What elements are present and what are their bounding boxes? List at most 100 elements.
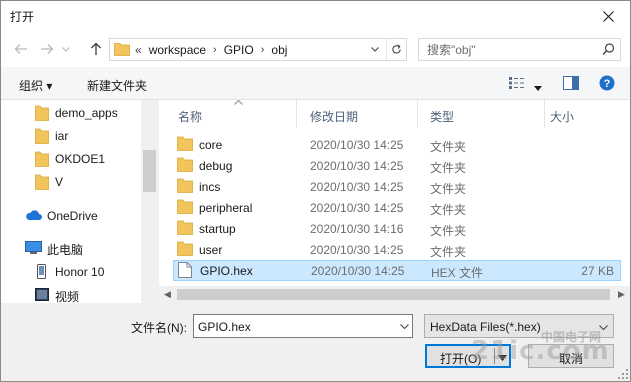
phone-icon [37,264,53,280]
folder-icon [114,42,130,59]
sidebar-item-label: demo_apps [55,106,118,120]
folder-icon [177,199,193,217]
file-row-gpio-hex[interactable]: GPIO.hex 2020/10/30 14:25 HEX 文件 27 KB [173,260,621,281]
chevron-right-icon[interactable]: › [261,44,265,56]
file-type: 文件夹 [430,140,467,154]
sidebar-item-this-pc[interactable]: 此电脑 [1,237,141,259]
computer-icon [25,241,42,257]
navigation-bar: « workspace › GPIO › obj [1,31,630,67]
view-options-button[interactable] [509,77,525,92]
forward-button[interactable] [37,39,57,59]
file-row-user[interactable]: user 2020/10/30 14:25 文件夹 [173,239,621,260]
list-view-icon [509,77,524,89]
organize-menu[interactable]: 组织 ▾ [19,77,52,94]
sidebar-item-videos[interactable]: 视频 [1,284,141,303]
file-date: 2020/10/30 14:25 [310,159,404,173]
column-header-size[interactable]: 大小 [545,100,630,130]
file-name: user [199,243,223,257]
back-button[interactable] [11,39,31,59]
filename-combobox[interactable] [193,314,413,338]
onedrive-cloud-icon [25,209,42,225]
filename-input[interactable] [198,319,388,334]
folder-icon [35,151,51,167]
address-history-dropdown[interactable] [364,39,386,60]
breadcrumb-obj[interactable]: obj [271,43,287,57]
breadcrumb-overflow[interactable]: « [135,43,142,57]
file-type: 文件夹 [430,161,467,175]
new-folder-button[interactable]: 新建文件夹 [87,77,147,94]
file-row-core[interactable]: core 2020/10/30 14:25 文件夹 [173,134,621,155]
help-button[interactable]: ? [599,75,615,94]
up-button[interactable] [86,39,106,59]
folder-icon [177,178,193,196]
sidebar-item-iar[interactable]: iar [1,125,141,147]
sidebar-item-honor-10[interactable]: Honor 10 [1,261,141,283]
refresh-button[interactable] [386,39,406,60]
view-dropdown-button[interactable] [534,80,542,94]
file-row-peripheral[interactable]: peripheral 2020/10/30 14:25 文件夹 [173,197,621,218]
search-box[interactable] [418,38,621,61]
file-date: 2020/10/30 14:25 [310,180,404,194]
file-type-filter-value: HexData Files(*.hex) [430,320,541,334]
triangle-down-icon [534,86,542,91]
folder-icon [177,220,193,238]
breadcrumb-workspace[interactable]: workspace [149,43,206,57]
sidebar-item-okdoe1[interactable]: OKDOE1 [1,148,141,170]
recent-locations-button[interactable] [59,39,73,59]
arrow-up-icon [91,42,101,55]
scrollbar-thumb[interactable] [177,289,610,300]
sidebar-item-label: 视频 [55,290,80,303]
file-name: peripheral [199,201,253,215]
file-name: GPIO.hex [200,264,253,278]
scroll-right-icon[interactable]: ▶ [613,286,630,303]
column-header-modified[interactable]: 修改日期 [297,100,417,130]
sidebar-scrollbar[interactable] [141,100,158,303]
file-type: HEX 文件 [431,266,484,280]
watermark: 21ic.com [471,336,610,366]
file-type: 文件夹 [430,203,467,217]
filename-label: 文件名(N): [131,321,187,335]
sidebar-item-demo-apps[interactable]: demo_apps [1,102,141,124]
breadcrumb: « workspace › GPIO › obj [135,43,287,57]
folder-icon [177,136,193,154]
file-size: 27 KB [581,264,614,278]
file-row-incs[interactable]: incs 2020/10/30 14:25 文件夹 [173,176,621,197]
folder-icon [177,157,193,175]
sidebar-item-onedrive[interactable]: OneDrive [1,205,141,227]
sidebar-item-v[interactable]: V [1,171,141,193]
svg-text:?: ? [604,78,611,90]
filename-dropdown-button[interactable] [400,319,409,333]
file-row-startup[interactable]: startup 2020/10/30 14:16 文件夹 [173,218,621,239]
file-date: 2020/10/30 14:25 [310,138,404,152]
resize-grip-icon[interactable] [618,369,628,379]
close-button[interactable] [586,1,630,31]
search-input[interactable] [427,42,597,57]
sort-ascending-icon [234,100,243,105]
scroll-left-icon[interactable]: ◀ [159,286,176,303]
file-list: 名称 修改日期 类型 大小 core 2020/10/30 14:25 文件夹 … [159,100,630,303]
sidebar-item-label: OneDrive [47,209,98,223]
column-header-name[interactable]: 名称 [159,100,296,130]
chevron-down-icon [62,46,70,52]
refresh-icon [392,44,401,54]
file-name: incs [199,180,221,194]
folder-icon [35,128,51,144]
sidebar-item-label: 此电脑 [47,243,84,257]
chevron-right-icon[interactable]: › [213,44,217,56]
column-header-type[interactable]: 类型 [418,100,544,130]
breadcrumb-gpio[interactable]: GPIO [224,43,254,57]
file-date: 2020/10/30 14:25 [311,264,405,278]
command-bar: 组织 ▾ 新建文件夹 ? [1,67,630,100]
address-bar[interactable]: « workspace › GPIO › obj [109,38,407,61]
title-bar: 打开 [1,1,630,31]
file-type: 文件夹 [430,245,467,259]
preview-pane-icon [563,76,579,90]
file-date: 2020/10/30 14:16 [310,222,404,236]
search-icon[interactable] [602,43,615,59]
horizontal-scrollbar[interactable]: ◀ ▶ [159,286,630,303]
scrollbar-thumb[interactable] [143,150,156,192]
preview-pane-button[interactable] [563,76,579,93]
file-type: 文件夹 [430,182,467,196]
file-date: 2020/10/30 14:25 [310,243,404,257]
file-row-debug[interactable]: debug 2020/10/30 14:25 文件夹 [173,155,621,176]
